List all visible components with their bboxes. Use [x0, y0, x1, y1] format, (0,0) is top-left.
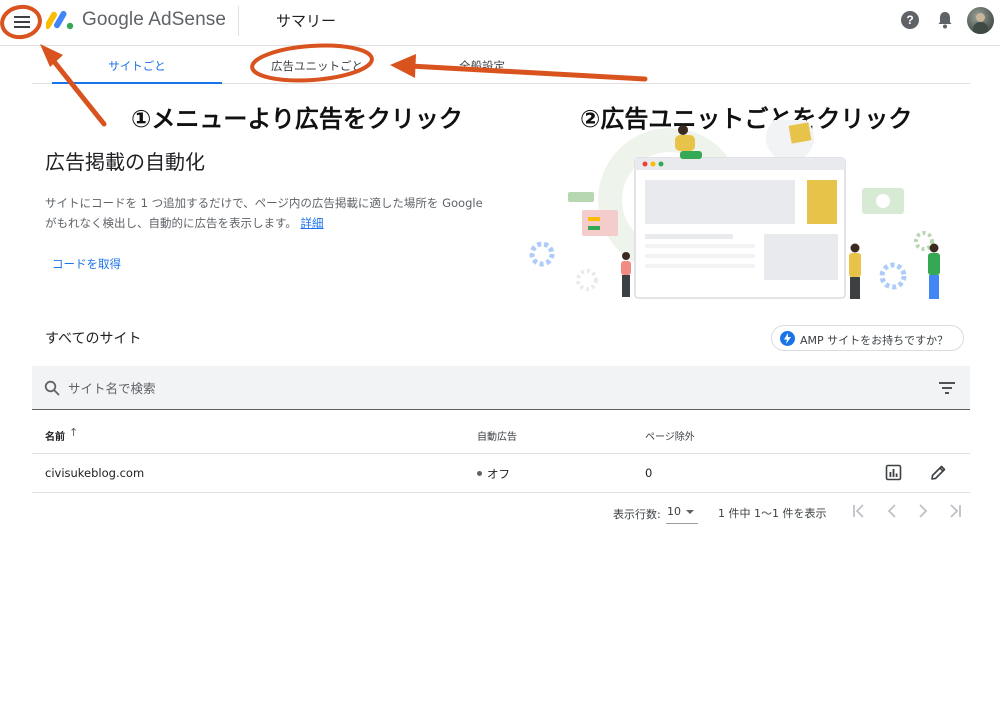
menu-icon-line [14, 26, 30, 28]
site-search-bar [32, 366, 970, 410]
lightning-icon [780, 331, 795, 346]
bar-chart-icon[interactable] [885, 464, 902, 481]
previous-page-icon[interactable] [883, 502, 901, 520]
search-icon [44, 380, 60, 396]
rows-per-page-label: 表示行数: [613, 508, 661, 521]
top-app-bar: Google AdSense サマリー ? [0, 0, 1000, 46]
sort-ascending-icon[interactable]: ↑ [69, 426, 78, 439]
amp-sites-button[interactable]: AMP サイトをお持ちですか？ [771, 325, 964, 351]
auto-ads-description-text: サイトにコードを 1 つ追加するだけで、ページ内の広告掲載に適した場所を Goo… [45, 196, 483, 230]
bell-icon[interactable] [936, 10, 954, 30]
auto-ads-status-cell: オフ [487, 467, 510, 481]
rows-per-page-value: 10 [667, 505, 681, 518]
tab-general-settings[interactable]: 全般設定 [427, 58, 537, 74]
column-header-excluded-pages: ページ除外 [645, 432, 695, 443]
learn-more-link[interactable]: 詳細 [301, 216, 324, 230]
table-divider [32, 492, 970, 493]
avatar[interactable] [967, 7, 994, 34]
help-icon[interactable]: ? [901, 11, 919, 29]
column-header-name[interactable]: 名前 [45, 428, 65, 443]
rows-per-page-select[interactable]: 10 [666, 502, 698, 524]
auto-ads-description: サイトにコードを 1 つ追加するだけで、ページ内の広告掲載に適した場所を Goo… [45, 193, 495, 233]
amp-sites-label: AMP サイトをお持ちですか？ [800, 334, 949, 347]
status-dot-icon [477, 471, 482, 476]
menu-icon-line [14, 21, 30, 23]
header-divider [238, 6, 239, 36]
menu-button[interactable] [8, 9, 36, 35]
caret-down-icon [686, 510, 694, 514]
table-divider [32, 453, 970, 454]
tab-by-site[interactable]: サイトごと [52, 58, 222, 74]
column-header-auto-ads: 自動広告 [477, 432, 517, 443]
last-page-icon[interactable] [946, 502, 964, 520]
auto-ads-title: 広告掲載の自動化 [45, 150, 205, 174]
tab-by-ad-unit[interactable]: 広告ユニットごと [252, 58, 382, 74]
first-page-icon[interactable] [850, 502, 868, 520]
site-name-cell: civisukeblog.com [45, 466, 145, 480]
menu-icon [14, 16, 30, 18]
annotation-step-1: ①メニューより広告をクリック [131, 105, 463, 133]
filter-icon[interactable] [938, 381, 956, 395]
adsense-logo-icon [46, 10, 74, 30]
auto-ads-illustration [529, 120, 940, 299]
brand-name: Google AdSense [82, 9, 227, 30]
page-title: サマリー [276, 12, 337, 30]
tab-bar: サイトごと 広告ユニットごと 全般設定 [32, 46, 970, 84]
next-page-icon[interactable] [914, 502, 932, 520]
get-code-button[interactable]: コードを取得 [52, 256, 121, 272]
pencil-icon[interactable] [930, 464, 947, 481]
all-sites-title: すべてのサイト [45, 331, 142, 347]
pagination-info: 1 件中 1〜1 件を表示 [718, 507, 827, 520]
active-tab-indicator [52, 82, 222, 84]
excluded-pages-cell: 0 [645, 466, 653, 480]
site-search-input[interactable] [68, 377, 668, 399]
